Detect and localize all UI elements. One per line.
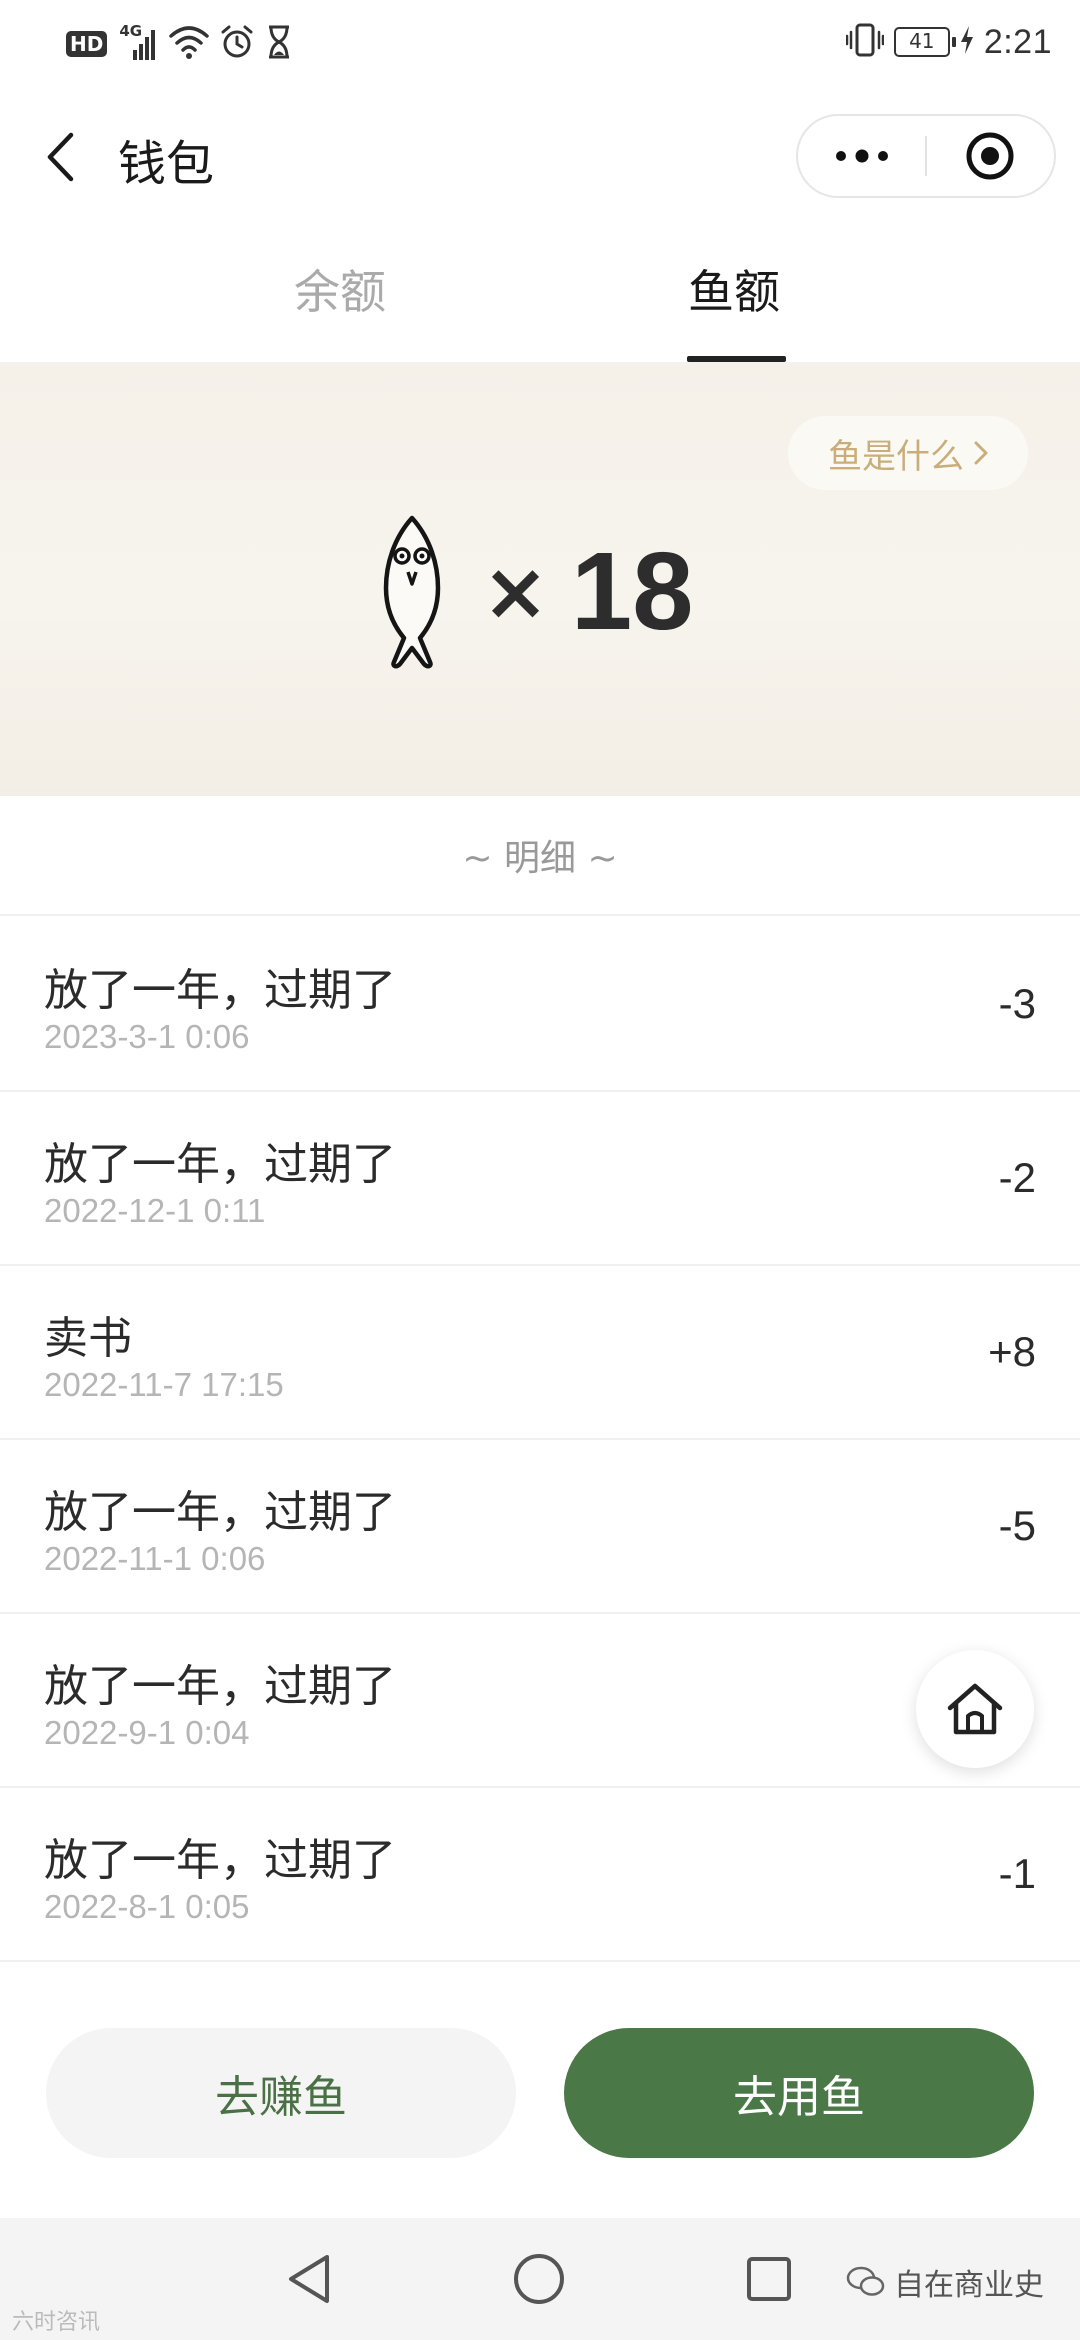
- record-amount: -1: [998, 1850, 1036, 1897]
- status-icons-left: HD 4G: [66, 22, 293, 64]
- hourglass-icon: [265, 24, 293, 64]
- record-title: 放了一年，过期了: [44, 1661, 396, 1712]
- fish-balance-banner: 鱼是什么 × 18: [0, 364, 1080, 796]
- record-time: 2022-11-1 0:06: [44, 1540, 266, 1577]
- network-type-label: 4G: [119, 22, 143, 40]
- vibrate-icon: [845, 22, 885, 62]
- nav-home-button[interactable]: [506, 2246, 572, 2312]
- header: 钱包: [0, 100, 1080, 212]
- miniprogram-capsule: [796, 114, 1056, 198]
- floating-home-button[interactable]: [916, 1650, 1034, 1768]
- home-icon: [947, 1683, 1003, 1735]
- status-icons-right: 41 2:21: [845, 22, 1052, 62]
- list-item: 放了一年，过期了 2023-3-1 0:06 -3: [0, 918, 1080, 1092]
- fish-records-list: 放了一年，过期了 2023-3-1 0:06 -3 放了一年，过期了 2022-…: [0, 918, 1080, 1962]
- charging-icon: [960, 25, 974, 59]
- list-item: 放了一年，过期了 2022-8-1 0:05 -1: [0, 1788, 1080, 1962]
- list-item: 放了一年，过期了 2022-12-1 0:11 -2: [0, 1092, 1080, 1266]
- nav-recents-button[interactable]: [736, 2246, 802, 2312]
- fish-count-display: × 18: [372, 502, 732, 682]
- watermark-right: 自在商业史: [846, 2260, 1044, 2304]
- record-title: 放了一年，过期了: [44, 965, 396, 1016]
- clock: 2:21: [983, 22, 1052, 61]
- record-title: 放了一年，过期了: [44, 1139, 396, 1190]
- watermark-left: 六时咨讯: [12, 2310, 101, 2335]
- record-amount: -2: [998, 1154, 1036, 1201]
- record-time: 2022-8-1 0:05: [44, 1888, 250, 1925]
- back-button[interactable]: [30, 122, 90, 192]
- tab-fish[interactable]: 鱼额: [688, 256, 780, 322]
- earn-fish-button[interactable]: 去赚鱼: [46, 2028, 516, 2158]
- record-title: 卖书: [44, 1313, 132, 1364]
- wifi-icon: [169, 24, 210, 64]
- fish-icon: [383, 515, 441, 669]
- wallet-tabs: 余额 鱼额: [0, 232, 1080, 364]
- circle-home-icon: [514, 2254, 564, 2304]
- active-tab-indicator: [687, 356, 786, 362]
- times-sign: ×: [482, 545, 550, 638]
- detail-heading: ~ 明细 ~: [0, 796, 1080, 916]
- record-title: 放了一年，过期了: [44, 1835, 396, 1886]
- fish-count: 18: [571, 530, 694, 653]
- chevron-left-icon: [47, 132, 74, 182]
- close-miniprogram-button[interactable]: [927, 116, 1054, 196]
- detail-heading-label: ~ 明细 ~: [462, 838, 618, 879]
- record-time: 2022-12-1 0:11: [44, 1192, 266, 1229]
- more-button[interactable]: [798, 116, 925, 196]
- record-title: 放了一年，过期了: [44, 1487, 396, 1538]
- record-time: 2022-11-7 17:15: [44, 1366, 284, 1403]
- target-close-icon: [966, 132, 1014, 180]
- system-nav-bar: 自在商业史 六时咨讯: [0, 2218, 1080, 2340]
- chevron-right-icon: [974, 441, 988, 465]
- alarm-icon: [219, 24, 255, 64]
- record-amount: -5: [998, 1502, 1036, 1549]
- use-fish-button[interactable]: 去用鱼: [564, 2028, 1034, 2158]
- tab-balance[interactable]: 余额: [294, 256, 386, 322]
- battery-icon: 41: [893, 27, 956, 57]
- page-title: 钱包: [118, 136, 215, 192]
- record-time: 2023-3-1 0:06: [44, 1018, 250, 1055]
- hd-badge: HD: [66, 31, 108, 57]
- status-bar: HD 4G 41 2:21: [0, 0, 1080, 92]
- list-item: 卖书 2022-11-7 17:15 +8: [0, 1266, 1080, 1440]
- nav-back-button[interactable]: [276, 2246, 342, 2312]
- record-amount: +8: [988, 1328, 1036, 1375]
- signal-icon: 4G: [117, 22, 159, 64]
- square-recents-icon: [747, 2257, 791, 2301]
- triangle-back-icon: [289, 2255, 329, 2303]
- more-dots-icon: [835, 149, 888, 163]
- what-is-fish-link[interactable]: 鱼是什么: [788, 416, 1028, 490]
- list-item: 放了一年，过期了 2022-11-1 0:06 -5: [0, 1440, 1080, 1614]
- wechat-icon: [846, 2266, 885, 2296]
- record-amount: -3: [998, 980, 1036, 1027]
- watermark-right-text: 自在商业史: [894, 2268, 1044, 2303]
- record-time: 2022-9-1 0:04: [44, 1714, 250, 1751]
- what-is-fish-label: 鱼是什么: [828, 436, 964, 477]
